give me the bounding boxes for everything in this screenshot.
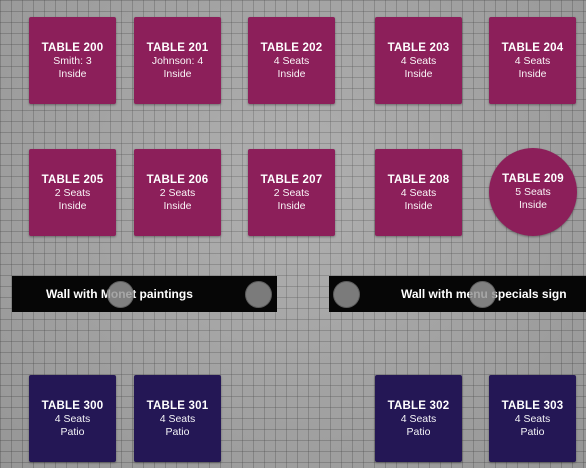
table-name: TABLE 207 (260, 173, 323, 186)
table-seats: 4 Seats (54, 412, 91, 425)
table-202[interactable]: TABLE 202 4 Seats Inside (248, 17, 335, 104)
table-205[interactable]: TABLE 205 2 Seats Inside (29, 149, 116, 236)
table-301[interactable]: TABLE 301 4 Seats Patio (134, 375, 221, 462)
table-200[interactable]: TABLE 200 Smith: 3 Inside (29, 17, 116, 104)
table-name: TABLE 205 (41, 173, 104, 186)
table-name: TABLE 209 (502, 173, 564, 185)
table-reservation: Johnson: 4 (151, 54, 204, 67)
table-seats: 4 Seats (514, 412, 551, 425)
table-area: Patio (60, 425, 85, 438)
table-208[interactable]: TABLE 208 4 Seats Inside (375, 149, 462, 236)
table-206[interactable]: TABLE 206 2 Seats Inside (134, 149, 221, 236)
table-area: Patio (520, 425, 545, 438)
table-name: TABLE 303 (501, 399, 564, 412)
table-area: Inside (277, 67, 306, 80)
table-seats: 4 Seats (273, 54, 310, 67)
table-name: TABLE 204 (501, 41, 564, 54)
table-name: TABLE 302 (387, 399, 450, 412)
table-area: Inside (518, 67, 547, 80)
wall-left-start-handle[interactable] (107, 281, 134, 308)
wall-menu-specials-sign[interactable]: Wall with menu specials sign (329, 276, 586, 312)
table-area: Inside (518, 199, 548, 211)
table-area: Inside (58, 67, 87, 80)
wall-left-end-handle[interactable] (245, 281, 272, 308)
table-area: Inside (58, 199, 87, 212)
table-302[interactable]: TABLE 302 4 Seats Patio (375, 375, 462, 462)
wall-right-end-handle[interactable] (469, 281, 496, 308)
table-seats: 2 Seats (273, 186, 310, 199)
table-204[interactable]: TABLE 204 4 Seats Inside (489, 17, 576, 104)
table-207[interactable]: TABLE 207 2 Seats Inside (248, 149, 335, 236)
table-seats: 4 Seats (159, 412, 196, 425)
wall-monet-paintings[interactable]: Wall with Monet paintings (12, 276, 277, 312)
table-area: Patio (406, 425, 431, 438)
table-300[interactable]: TABLE 300 4 Seats Patio (29, 375, 116, 462)
table-name: TABLE 208 (387, 173, 450, 186)
table-area: Inside (163, 67, 192, 80)
table-area: Inside (163, 199, 192, 212)
table-303[interactable]: TABLE 303 4 Seats Patio (489, 375, 576, 462)
wall-right-start-handle[interactable] (333, 281, 360, 308)
table-area: Inside (404, 199, 433, 212)
table-name: TABLE 301 (146, 399, 209, 412)
table-seats: 2 Seats (54, 186, 91, 199)
table-seats: 4 Seats (400, 54, 437, 67)
table-seats: 4 Seats (400, 412, 437, 425)
table-area: Inside (404, 67, 433, 80)
table-area: Inside (277, 199, 306, 212)
table-seats: 4 Seats (400, 186, 437, 199)
table-201[interactable]: TABLE 201 Johnson: 4 Inside (134, 17, 221, 104)
table-name: TABLE 300 (41, 399, 104, 412)
table-seats: 2 Seats (159, 186, 196, 199)
table-seats: 5 Seats (515, 186, 551, 198)
table-name: TABLE 201 (146, 41, 209, 54)
table-203[interactable]: TABLE 203 4 Seats Inside (375, 17, 462, 104)
table-seats: 4 Seats (514, 54, 551, 67)
table-name: TABLE 200 (41, 41, 104, 54)
table-area: Patio (165, 425, 190, 438)
table-name: TABLE 203 (387, 41, 450, 54)
table-209[interactable]: TABLE 209 5 Seats Inside (489, 148, 577, 236)
table-reservation: Smith: 3 (53, 54, 92, 67)
table-name: TABLE 202 (260, 41, 323, 54)
table-name: TABLE 206 (146, 173, 209, 186)
